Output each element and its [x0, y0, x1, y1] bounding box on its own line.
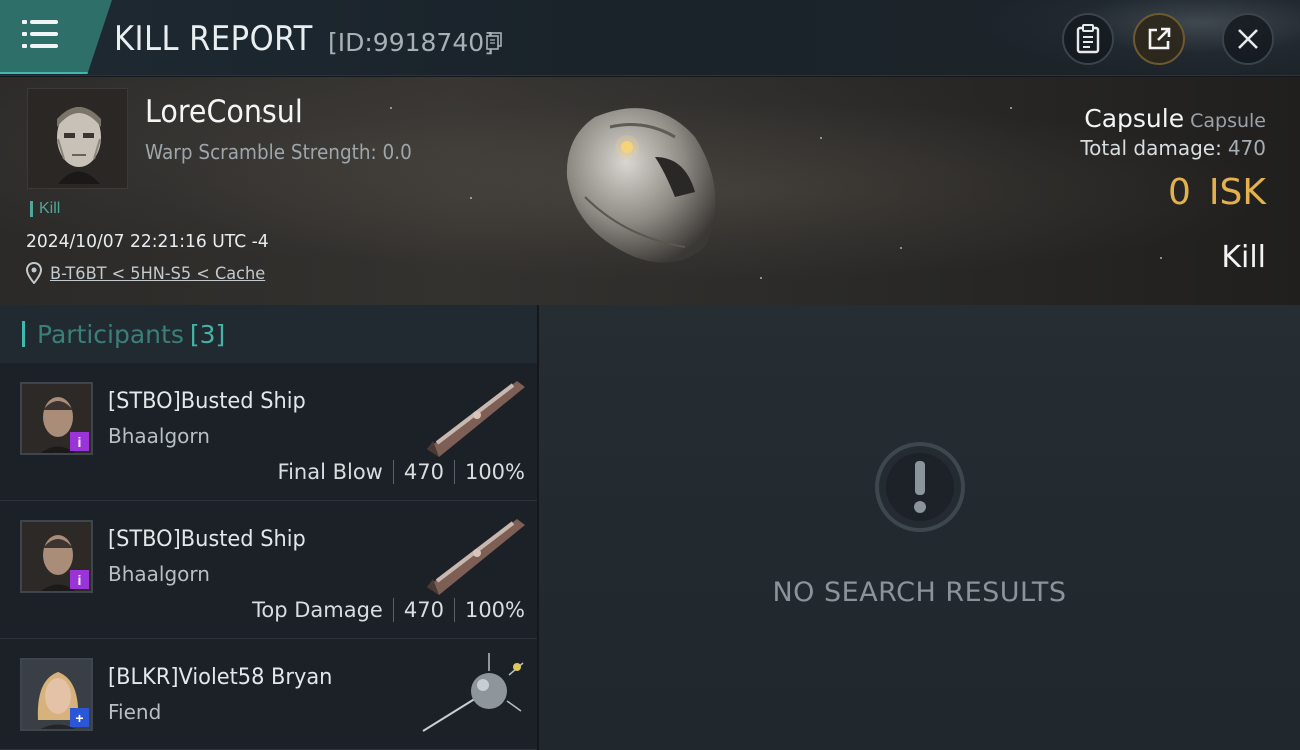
- participant-badge: i: [70, 570, 89, 589]
- isk-value: 0 ISK: [1168, 172, 1266, 213]
- ship-name: Capsule: [1084, 104, 1185, 133]
- participant-percent: 100%: [464, 460, 525, 484]
- total-damage-value: 470: [1227, 136, 1266, 160]
- kill-tag: Kill: [30, 201, 60, 217]
- kill-result: Kill: [1221, 240, 1266, 275]
- victim-ship-image: [566, 108, 716, 263]
- menu-icon[interactable]: [22, 20, 58, 48]
- participant-row[interactable]: + [BLKR]Violet58 Bryan Fiend: [0, 639, 537, 750]
- participant-ship-image: [427, 519, 525, 595]
- copy-icon[interactable]: [486, 32, 502, 50]
- report-id: [ID:9918740]: [328, 28, 494, 57]
- location-link[interactable]: B-T6BT < 5HN-S5 < Cache: [50, 264, 265, 284]
- stat-divider: [392, 598, 394, 622]
- total-damage-label: Total damage:: [1080, 136, 1222, 160]
- victim-name[interactable]: LoreConsul: [145, 94, 303, 130]
- top-bar: KILL REPORT [ID:9918740]: [0, 0, 1300, 76]
- victim-panel: LoreConsul Warp Scramble Strength: 0.0 K…: [0, 77, 1300, 305]
- participant-stats: Top Damage 470 100%: [252, 598, 525, 622]
- participant-name: [STBO]Busted Ship: [108, 527, 306, 552]
- participant-avatar[interactable]: i: [20, 382, 93, 455]
- victim-avatar: [28, 89, 127, 188]
- participant-name: [STBO]Busted Ship: [108, 389, 306, 414]
- ship-class: Capsule: [1190, 110, 1266, 132]
- location-pin-icon: [26, 262, 42, 284]
- participant-ship: Bhaalgorn: [108, 424, 210, 448]
- participant-damage: 470: [403, 598, 444, 622]
- close-icon: [1238, 29, 1258, 49]
- isk-amount: 0: [1168, 172, 1191, 213]
- page-title: KILL REPORT: [114, 19, 313, 59]
- participant-ship-image: [427, 381, 525, 457]
- stat-divider: [453, 460, 455, 484]
- participant-role: Top Damage: [252, 598, 383, 622]
- participants-header[interactable]: Participants [3]: [0, 305, 537, 363]
- close-button[interactable]: [1222, 13, 1274, 65]
- participant-row[interactable]: i [STBO]Busted Ship Bhaalgorn Top Damage…: [0, 501, 537, 639]
- participant-badge: i: [70, 432, 89, 451]
- exclamation-icon: [875, 442, 965, 532]
- clipboard-button[interactable]: [1062, 13, 1114, 65]
- stat-divider: [392, 460, 394, 484]
- clipboard-icon: [1076, 24, 1100, 54]
- participant-name: [BLKR]Violet58 Bryan: [108, 665, 333, 690]
- share-button[interactable]: [1133, 13, 1185, 65]
- victim-portrait[interactable]: [27, 88, 128, 189]
- participant-role: Final Blow: [277, 460, 383, 484]
- participant-ship: Bhaalgorn: [108, 562, 210, 586]
- stat-divider: [453, 598, 455, 622]
- participant-badge: +: [70, 708, 89, 727]
- kill-timestamp: 2024/10/07 22:21:16 UTC -4: [26, 231, 269, 252]
- participant-row[interactable]: i [STBO]Busted Ship Bhaalgorn Final Blow…: [0, 363, 537, 501]
- menu-tab[interactable]: [0, 0, 112, 74]
- participant-ship: Fiend: [108, 700, 162, 724]
- ship-type: Capsule Capsule: [1084, 104, 1266, 133]
- participants-count: [3]: [189, 319, 226, 349]
- participant-stats: Final Blow 470 100%: [278, 460, 525, 484]
- no-results-text: NO SEARCH RESULTS: [772, 577, 1067, 608]
- total-damage: Total damage: 470: [1080, 136, 1266, 160]
- participants-label: Participants: [37, 319, 184, 349]
- participants-panel: Participants [3] i [STBO]Busted Ship Bha…: [0, 305, 537, 750]
- header-accent-bar: [22, 321, 25, 347]
- participant-avatar[interactable]: i: [20, 520, 93, 593]
- participant-damage: 470: [403, 460, 444, 484]
- participant-avatar[interactable]: +: [20, 658, 93, 731]
- isk-unit: ISK: [1208, 172, 1266, 213]
- search-results-panel: NO SEARCH RESULTS: [539, 305, 1300, 750]
- share-icon: [1148, 27, 1171, 50]
- participant-percent: 100%: [464, 598, 525, 622]
- participant-ship-image: [422, 653, 524, 732]
- warp-scramble-strength: Warp Scramble Strength: 0.0: [145, 140, 412, 164]
